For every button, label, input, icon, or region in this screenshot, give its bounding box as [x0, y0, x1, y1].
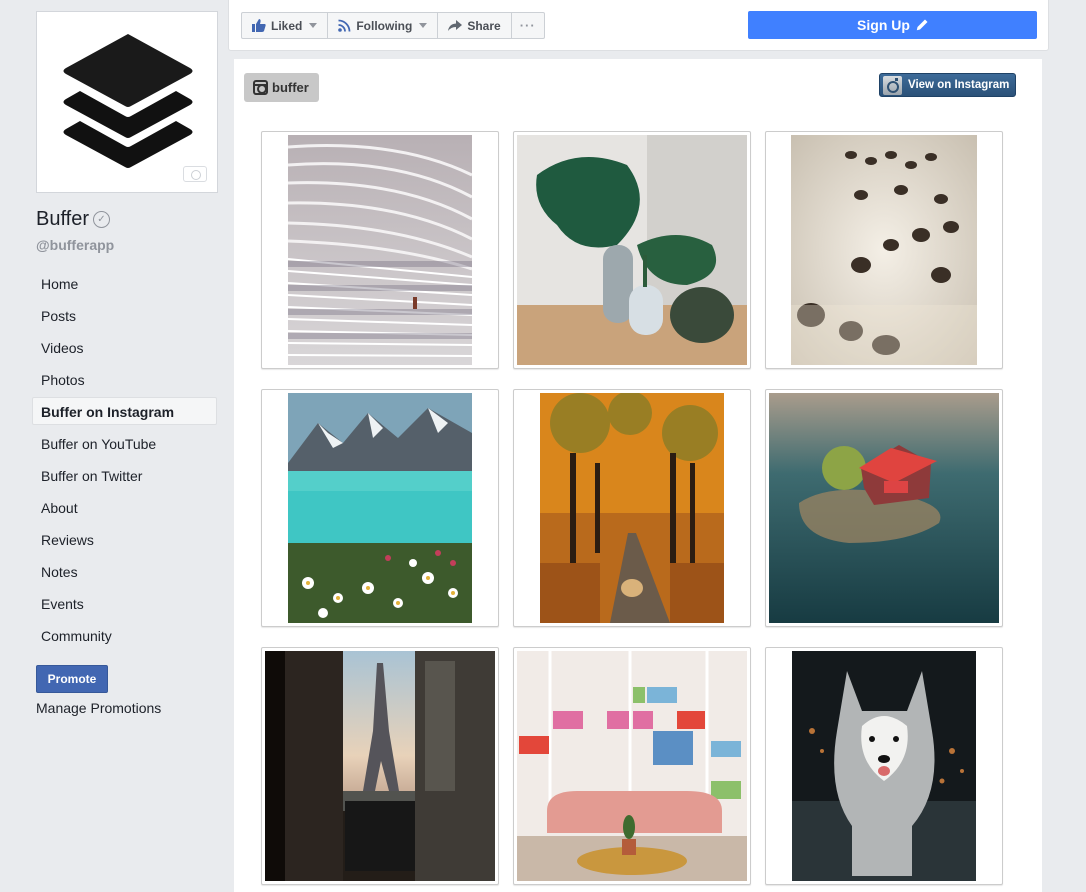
following-button[interactable]: Following: [328, 13, 439, 38]
sidebar-item-buffer-on-youtube[interactable]: Buffer on YouTube: [32, 429, 217, 457]
sign-up-label: Sign Up: [857, 17, 910, 33]
sidebar-item-about[interactable]: About: [32, 493, 217, 521]
sidebar-item-home[interactable]: Home: [32, 269, 217, 297]
photo-autumn-path: [540, 393, 724, 623]
instagram-photo-tile[interactable]: [513, 131, 751, 369]
view-on-instagram-label: View on Instagram: [908, 79, 1010, 91]
page-action-bar: Liked Following Share ··· Sign Up: [228, 0, 1049, 51]
sidebar-item-events[interactable]: Events: [32, 589, 217, 617]
more-options-button[interactable]: ···: [512, 13, 544, 38]
verified-badge-icon: ✓: [93, 211, 110, 228]
page-actions-group: Liked Following Share ···: [241, 12, 545, 39]
liked-label: Liked: [271, 18, 303, 33]
sidebar-item-notes[interactable]: Notes: [32, 557, 217, 585]
photo-mountain-lake: [288, 393, 472, 623]
buffer-logo-icon: [63, 34, 193, 168]
sidebar-item-photos[interactable]: Photos: [32, 365, 217, 393]
profile-picture[interactable]: [36, 11, 218, 193]
instagram-photo-tile[interactable]: [261, 131, 499, 369]
instagram-account-name: buffer: [272, 80, 309, 95]
page-username[interactable]: @bufferapp: [36, 237, 114, 253]
pencil-icon: [916, 19, 928, 31]
instagram-photo-tile[interactable]: [765, 389, 1003, 627]
photo-husky-puppy: [792, 651, 976, 881]
manage-promotions-link[interactable]: Manage Promotions: [36, 700, 161, 716]
photo-eiffel-window: [265, 651, 495, 881]
page-title[interactable]: Buffer ✓: [36, 208, 110, 231]
promote-button[interactable]: Promote: [36, 665, 108, 693]
sidebar-item-videos[interactable]: Videos: [32, 333, 217, 361]
share-button[interactable]: Share: [438, 13, 512, 38]
chevron-down-icon: [419, 23, 428, 28]
instagram-photo-tile[interactable]: [765, 131, 1003, 369]
chevron-down-icon: [309, 23, 318, 28]
photo-monstera-vases: [517, 135, 747, 365]
instagram-photo-tile[interactable]: [513, 647, 751, 885]
photo-horses-dust: [791, 135, 977, 365]
sign-up-button[interactable]: Sign Up: [748, 11, 1037, 39]
sidebar-item-buffer-on-twitter[interactable]: Buffer on Twitter: [32, 461, 217, 489]
rss-follow-icon: [338, 19, 351, 32]
instagram-camera-icon: [883, 75, 902, 95]
instagram-account-tag[interactable]: buffer: [244, 73, 319, 102]
instagram-tab-content: buffer View on Instagram: [234, 59, 1042, 892]
instagram-photo-tile[interactable]: [765, 647, 1003, 885]
instagram-photo-tile[interactable]: [261, 389, 499, 627]
sidebar-item-posts[interactable]: Posts: [32, 301, 217, 329]
instagram-photo-tile[interactable]: [261, 647, 499, 885]
instagram-icon: [253, 80, 268, 95]
liked-button[interactable]: Liked: [242, 13, 329, 38]
sidebar-item-community[interactable]: Community: [32, 621, 217, 649]
page-name-text[interactable]: Buffer: [36, 208, 89, 231]
share-arrow-icon: [448, 20, 463, 31]
photo-island-house: [769, 393, 999, 623]
photo-library-bookshelves: [288, 135, 472, 365]
sidebar-item-buffer-on-instagram[interactable]: Buffer on Instagram: [32, 397, 217, 425]
photo-bookshelves-sofa: [517, 651, 747, 881]
thumbs-up-icon: [252, 19, 266, 32]
share-label: Share: [467, 18, 501, 33]
camera-icon[interactable]: [183, 166, 207, 182]
sidebar-nav: Home Posts Videos Photos Buffer on Insta…: [32, 269, 217, 653]
view-on-instagram-button[interactable]: View on Instagram: [879, 73, 1016, 97]
following-label: Following: [356, 18, 413, 33]
instagram-photo-grid: [261, 131, 1003, 885]
sidebar-item-reviews[interactable]: Reviews: [32, 525, 217, 553]
instagram-photo-tile[interactable]: [513, 389, 751, 627]
